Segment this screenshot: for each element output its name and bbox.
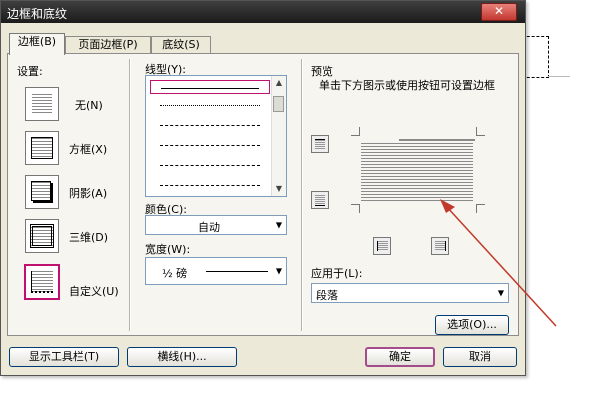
right-border-icon [435, 241, 446, 251]
tab-label: 底纹(S) [162, 38, 200, 51]
setting-none-button[interactable] [25, 87, 59, 121]
borders-and-shading-dialog: 边框和底纹 ✕ 边框(B) 页面边框(P) 底纹(S) 设置: 无(N) 方框(… [0, 0, 526, 376]
line-style-dash-dot[interactable] [150, 118, 270, 132]
title-bar[interactable]: 边框和底纹 ✕ [1, 1, 525, 23]
chevron-down-icon: ▼ [497, 288, 504, 298]
dialog-title: 边框和底纹 [7, 7, 68, 21]
setting-shadow-label: 阴影(A) [69, 187, 108, 200]
divider-right [301, 59, 303, 331]
left-border-button[interactable] [373, 237, 391, 255]
width-label: 宽度(W): [145, 243, 191, 256]
bottom-border-button[interactable] [311, 191, 329, 209]
line-style-dotted[interactable] [150, 98, 270, 112]
document-background-line [548, 76, 570, 77]
setting-custom-button[interactable] [24, 264, 60, 300]
setting-none-icon [32, 94, 52, 114]
setting-box-icon [31, 137, 53, 159]
setting-box-label: 方框(X) [69, 143, 108, 156]
setting-shadow-icon [31, 181, 51, 201]
setting-custom-label: 自定义(U) [69, 285, 119, 298]
top-border-icon [315, 139, 325, 150]
show-toolbar-button[interactable]: 显示工具栏(T) [9, 347, 119, 367]
apply-to-label: 应用于(L): [311, 267, 363, 280]
scroll-up-icon[interactable]: ▲ [272, 76, 286, 90]
left-border-icon [377, 241, 388, 251]
scroll-thumb[interactable] [273, 96, 284, 112]
width-value: ½ 磅 [162, 267, 188, 280]
close-icon: ✕ [493, 4, 505, 18]
setting-3d-label: 三维(D) [69, 231, 109, 244]
tab-shading[interactable]: 底纹(S) [151, 36, 211, 54]
preview-hint: 单击下方图示或使用按钮可设置边框 [319, 79, 495, 92]
tab-label: 页面边框(P) [78, 38, 138, 51]
bottom-border-icon [315, 195, 325, 206]
tab-page-border[interactable]: 页面边框(P) [65, 36, 151, 54]
setting-3d-icon [30, 224, 54, 248]
cancel-button[interactable]: 取消 [443, 347, 517, 367]
line-style-dash-dot-dot[interactable] [150, 178, 270, 192]
line-style-dashed[interactable] [150, 138, 270, 152]
line-style-long-dash[interactable] [150, 158, 270, 172]
settings-label: 设置: [17, 65, 43, 78]
apply-to-dropdown[interactable]: 段落 ▼ [311, 283, 509, 303]
setting-custom-icon [31, 271, 53, 293]
color-dropdown[interactable]: 自动 ▼ [145, 215, 287, 235]
width-dropdown[interactable]: ½ 磅 ▼ [145, 257, 287, 285]
color-value: 自动 [198, 221, 220, 234]
top-border-button[interactable] [311, 135, 329, 153]
chevron-down-icon: ▼ [275, 266, 282, 276]
tab-borders[interactable]: 边框(B) [9, 33, 65, 55]
line-style-scrollbar[interactable]: ▲ ▼ [271, 76, 286, 196]
scroll-down-icon[interactable]: ▼ [272, 182, 286, 196]
chevron-down-icon: ▼ [275, 220, 282, 230]
line-style-list[interactable]: ▲ ▼ [145, 75, 287, 197]
width-line-sample [206, 271, 268, 272]
preview-paragraph [361, 143, 473, 201]
ok-button[interactable]: 确定 [365, 347, 435, 367]
apply-to-value: 段落 [316, 289, 338, 302]
setting-shadow-button[interactable] [25, 175, 59, 209]
tab-label: 边框(B) [17, 35, 57, 48]
close-button[interactable]: ✕ [481, 3, 517, 21]
line-style-solid[interactable] [150, 80, 270, 94]
setting-box-button[interactable] [25, 131, 59, 165]
setting-none-label: 无(N) [75, 99, 103, 112]
divider-left [129, 59, 131, 331]
right-border-button[interactable] [431, 237, 449, 255]
setting-3d-button[interactable] [25, 219, 59, 253]
document-background-dashed-box [522, 36, 549, 78]
options-button[interactable]: 选项(O)... [435, 315, 509, 335]
preview-top-line [399, 139, 475, 141]
horizontal-line-button[interactable]: 横线(H)... [127, 347, 237, 367]
